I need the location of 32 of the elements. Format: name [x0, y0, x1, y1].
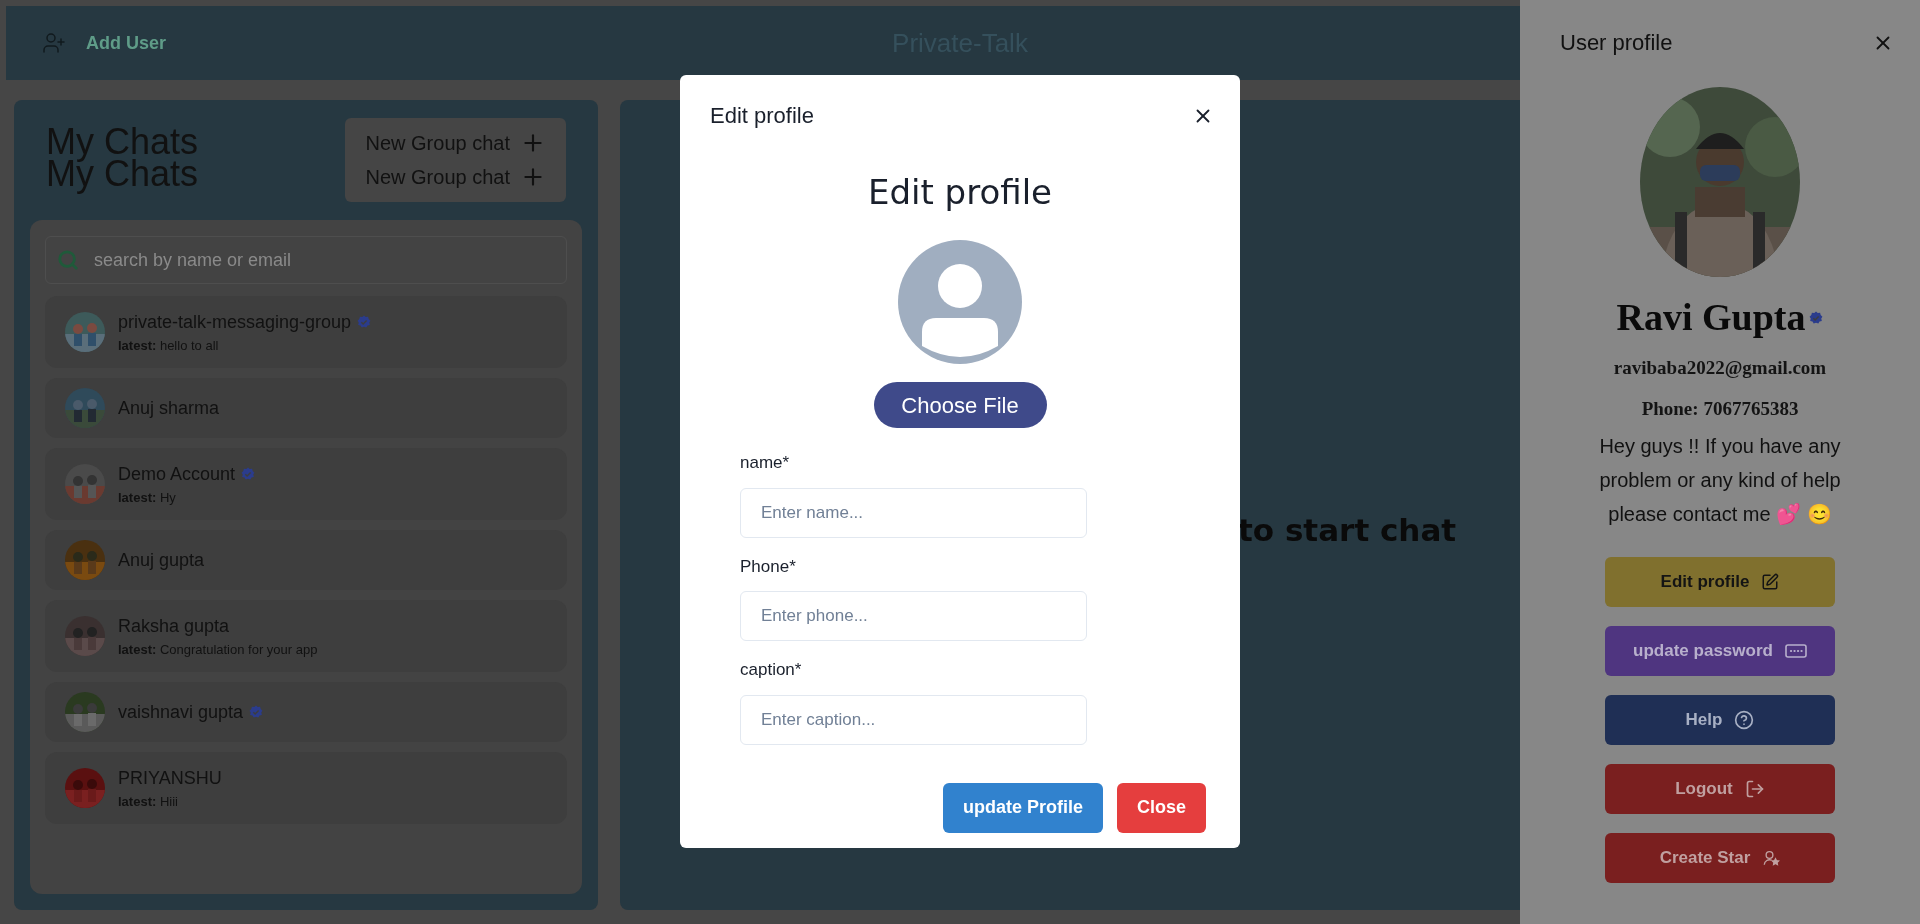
- add-user-button[interactable]: Add User: [42, 29, 242, 57]
- profile-action-button[interactable]: Logout: [1605, 764, 1835, 814]
- profile-caption: Hey guys !! If you have any problem or any kind of help please contact me 💕 😊: [1598, 434, 1842, 527]
- input-field[interactable]: Enter phone...: [740, 591, 1087, 641]
- edit-icon: [1761, 573, 1780, 591]
- dialog-button[interactable]: Close: [1116, 782, 1206, 833]
- password-field-icon: [1784, 644, 1807, 658]
- input-field[interactable]: Enter caption...: [740, 694, 1087, 745]
- dialog-title: Edit profile: [710, 102, 814, 130]
- chat-hint: to start chat: [1238, 510, 1457, 550]
- profile-name: Ravi Gupta: [1616, 295, 1806, 340]
- profile-action-button[interactable]: Edit profile: [1605, 557, 1835, 607]
- search-field[interactable]: search by name or email: [45, 236, 567, 284]
- input-field[interactable]: Enter name...: [740, 487, 1087, 538]
- drawer-title: User profile: [1560, 29, 1673, 57]
- help-icon: [1734, 710, 1755, 730]
- field-label: name*: [740, 452, 791, 474]
- profile-action-button[interactable]: update password: [1605, 626, 1835, 676]
- field-label: Phone*: [740, 555, 797, 578]
- avatar-placeholder-icon: [898, 240, 1022, 364]
- dialog-heading: Edit profile: [867, 171, 1052, 214]
- search-icon: [57, 249, 79, 271]
- profile-action-button[interactable]: Create Star: [1605, 833, 1835, 883]
- field-label: caption*: [740, 659, 803, 681]
- add-user-icon: [42, 31, 66, 55]
- profile-email: ravibaba2022@gmail.com: [1613, 356, 1827, 380]
- profile-action-button[interactable]: Help: [1605, 695, 1835, 745]
- profile-phone: Phone: 7067765383: [1641, 396, 1799, 421]
- logout-icon: [1744, 779, 1765, 799]
- choose-file-button[interactable]: Choose File: [873, 382, 1047, 428]
- dialog-button[interactable]: update Profile: [942, 782, 1103, 833]
- user-star-icon: [1762, 849, 1781, 867]
